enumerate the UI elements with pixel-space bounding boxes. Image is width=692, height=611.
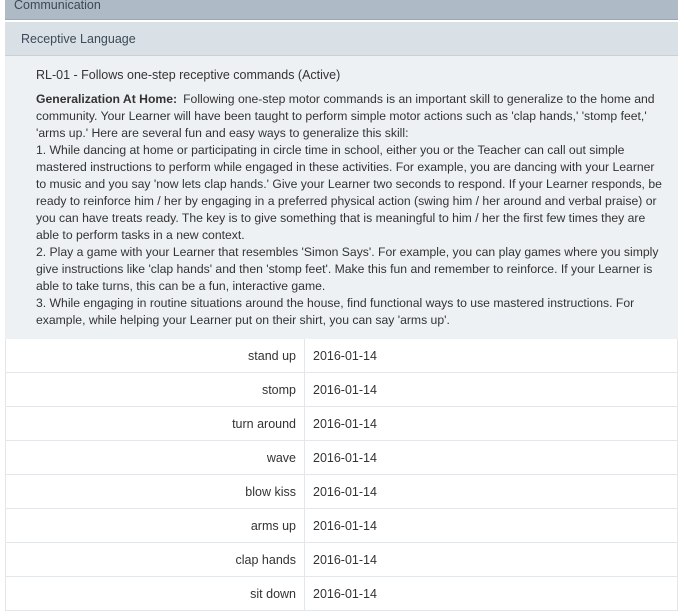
table-row: blow kiss 2016-01-14 <box>5 474 678 509</box>
target-date: 2016-01-14 <box>304 440 678 475</box>
subcategory-header[interactable]: Receptive Language <box>5 22 678 56</box>
table-row: stomp 2016-01-14 <box>5 372 678 407</box>
targets-table: stand up 2016-01-14 stomp 2016-01-14 tur… <box>5 339 678 611</box>
table-row: sit down 2016-01-14 <box>5 576 678 611</box>
target-name: arms up <box>5 508 305 543</box>
target-name: turn around <box>5 406 305 441</box>
target-date: 2016-01-14 <box>304 508 678 543</box>
generalization-tip: 2. Play a game with your Learner that re… <box>36 245 659 293</box>
generalization-text: Generalization At Home: Following one-ste… <box>36 91 664 329</box>
table-row: stand up 2016-01-14 <box>5 339 678 373</box>
generalization-tip: 1. While dancing at home or participatin… <box>36 143 662 242</box>
target-date: 2016-01-14 <box>304 576 678 611</box>
table-row: turn around 2016-01-14 <box>5 406 678 441</box>
target-name: wave <box>5 440 305 475</box>
target-date: 2016-01-14 <box>304 542 678 577</box>
target-date: 2016-01-14 <box>304 339 678 373</box>
generalization-tip: 3. While engaging in routine situations … <box>36 296 635 327</box>
target-name: stomp <box>5 372 305 407</box>
target-name: stand up <box>5 339 305 373</box>
program-panel: Communication Receptive Language RL-01 -… <box>5 0 678 611</box>
target-name: clap hands <box>5 542 305 577</box>
target-date: 2016-01-14 <box>304 474 678 509</box>
category-header[interactable]: Communication <box>5 0 678 20</box>
program-details: RL-01 - Follows one-step receptive comma… <box>5 56 678 339</box>
program-title: RL-01 - Follows one-step receptive comma… <box>36 68 341 82</box>
target-date: 2016-01-14 <box>304 406 678 441</box>
target-name: blow kiss <box>5 474 305 509</box>
table-row: arms up 2016-01-14 <box>5 508 678 543</box>
generalization-label: Generalization At Home: <box>36 92 178 106</box>
target-date: 2016-01-14 <box>304 372 678 407</box>
generalization-intro: Generalization At Home: Following one-ste… <box>36 91 664 142</box>
table-row: wave 2016-01-14 <box>5 440 678 475</box>
target-name: sit down <box>5 576 305 611</box>
table-row: clap hands 2016-01-14 <box>5 542 678 577</box>
